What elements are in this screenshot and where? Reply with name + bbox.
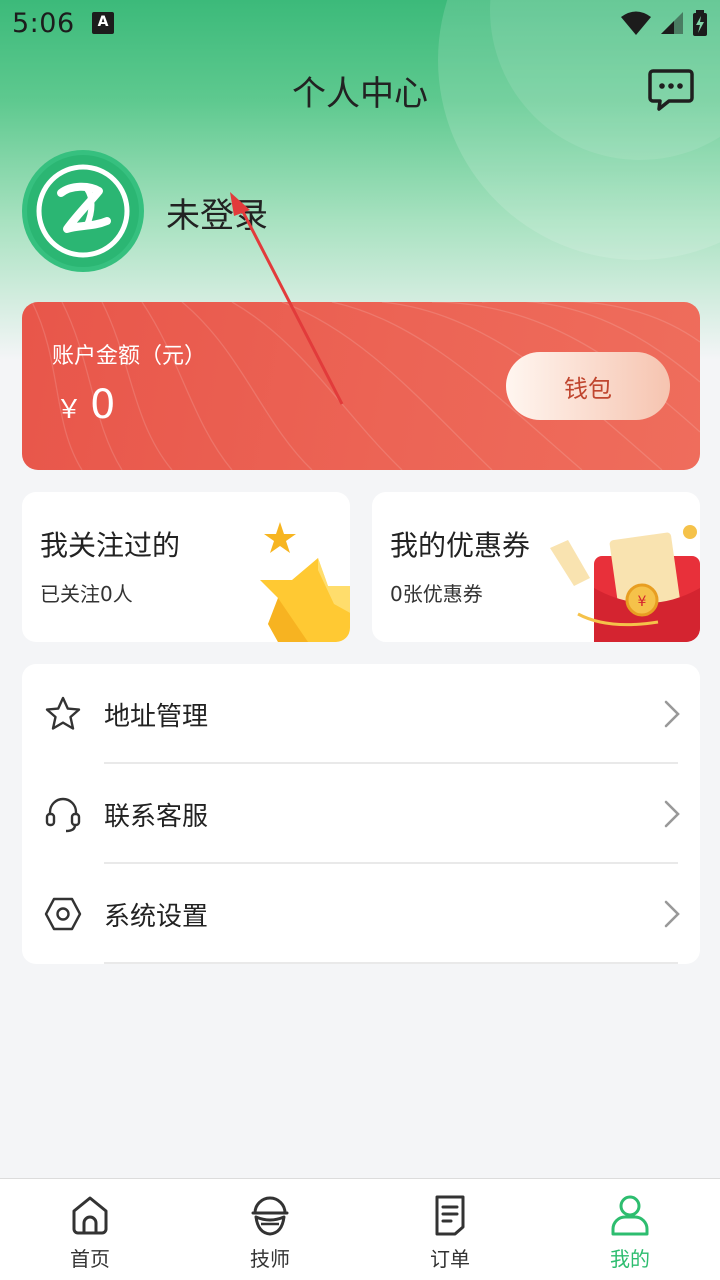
menu-label-settings: 系统设置 — [104, 902, 209, 932]
svg-text:¥: ¥ — [638, 594, 647, 610]
menu-item-address[interactable]: 地址管理 — [22, 664, 700, 764]
status-bar: 5:06 A — [0, 0, 720, 50]
login-status[interactable]: 未登录 — [166, 188, 268, 237]
tab-technician[interactable]: 技师 — [180, 1179, 360, 1280]
red-envelope-illustration-icon: ¥ — [550, 525, 700, 642]
user-icon — [611, 1195, 649, 1236]
follow-card-subtitle: 已关注0人 — [40, 582, 133, 606]
headset-icon — [45, 797, 81, 833]
wallet-amount: ￥ 0 — [56, 382, 115, 428]
coupon-card[interactable]: 我的优惠券 0张优惠券 ¥ — [372, 492, 700, 642]
bottom-tab-bar: 首页 技师 订单 我的 — [0, 1178, 720, 1280]
wifi-icon — [621, 11, 651, 35]
wallet-button[interactable]: 钱包 — [506, 352, 670, 420]
coupon-card-subtitle: 0张优惠券 — [390, 582, 483, 606]
avatar[interactable] — [22, 150, 144, 272]
chevron-right-icon — [664, 900, 680, 928]
chevron-right-icon — [664, 800, 680, 828]
status-icons — [620, 10, 708, 36]
follow-card[interactable]: 我关注过的 已关注0人 — [22, 492, 350, 642]
star-illustration-icon — [260, 522, 350, 642]
message-button[interactable] — [648, 68, 694, 112]
tab-label-orders: 订单 — [430, 1247, 470, 1271]
menu-label-address: 地址管理 — [104, 702, 209, 732]
home-icon — [72, 1196, 108, 1235]
star-outline-icon — [45, 696, 81, 730]
chevron-right-icon — [664, 700, 680, 728]
tab-profile[interactable]: 我的 — [540, 1179, 720, 1280]
wallet-balance: 0 — [90, 382, 116, 428]
coupon-card-title: 我的优惠券 — [390, 529, 531, 562]
notification-app-icon: A — [92, 12, 114, 34]
signal-icon — [661, 12, 683, 34]
currency-symbol: ￥ — [56, 395, 83, 425]
status-time: 5:06 — [12, 8, 75, 39]
brand-logo-icon — [36, 164, 130, 258]
tab-home[interactable]: 首页 — [0, 1179, 180, 1280]
menu-item-settings[interactable]: 系统设置 — [22, 864, 700, 964]
tab-label-technician: 技师 — [250, 1247, 290, 1271]
menu-label-customer-service: 联系客服 — [104, 802, 209, 832]
page-title: 个人中心 — [292, 74, 428, 114]
tab-label-home: 首页 — [70, 1247, 110, 1271]
chat-bubble-icon — [648, 69, 694, 111]
wallet-card[interactable]: 账户金额（元） ￥ 0 钱包 — [22, 302, 700, 470]
order-document-icon — [435, 1195, 465, 1236]
tab-label-profile: 我的 — [610, 1247, 650, 1271]
technician-icon — [251, 1196, 289, 1236]
wallet-label: 账户金额（元） — [52, 344, 207, 369]
follow-card-title: 我关注过的 — [40, 529, 181, 562]
hexagon-settings-icon — [44, 897, 82, 931]
menu-item-customer-service[interactable]: 联系客服 — [22, 764, 700, 864]
menu-divider — [104, 962, 678, 964]
tab-orders[interactable]: 订单 — [360, 1179, 540, 1280]
battery-charging-icon — [693, 10, 707, 36]
menu-card: 地址管理 联系客服 系统设置 — [22, 664, 700, 964]
